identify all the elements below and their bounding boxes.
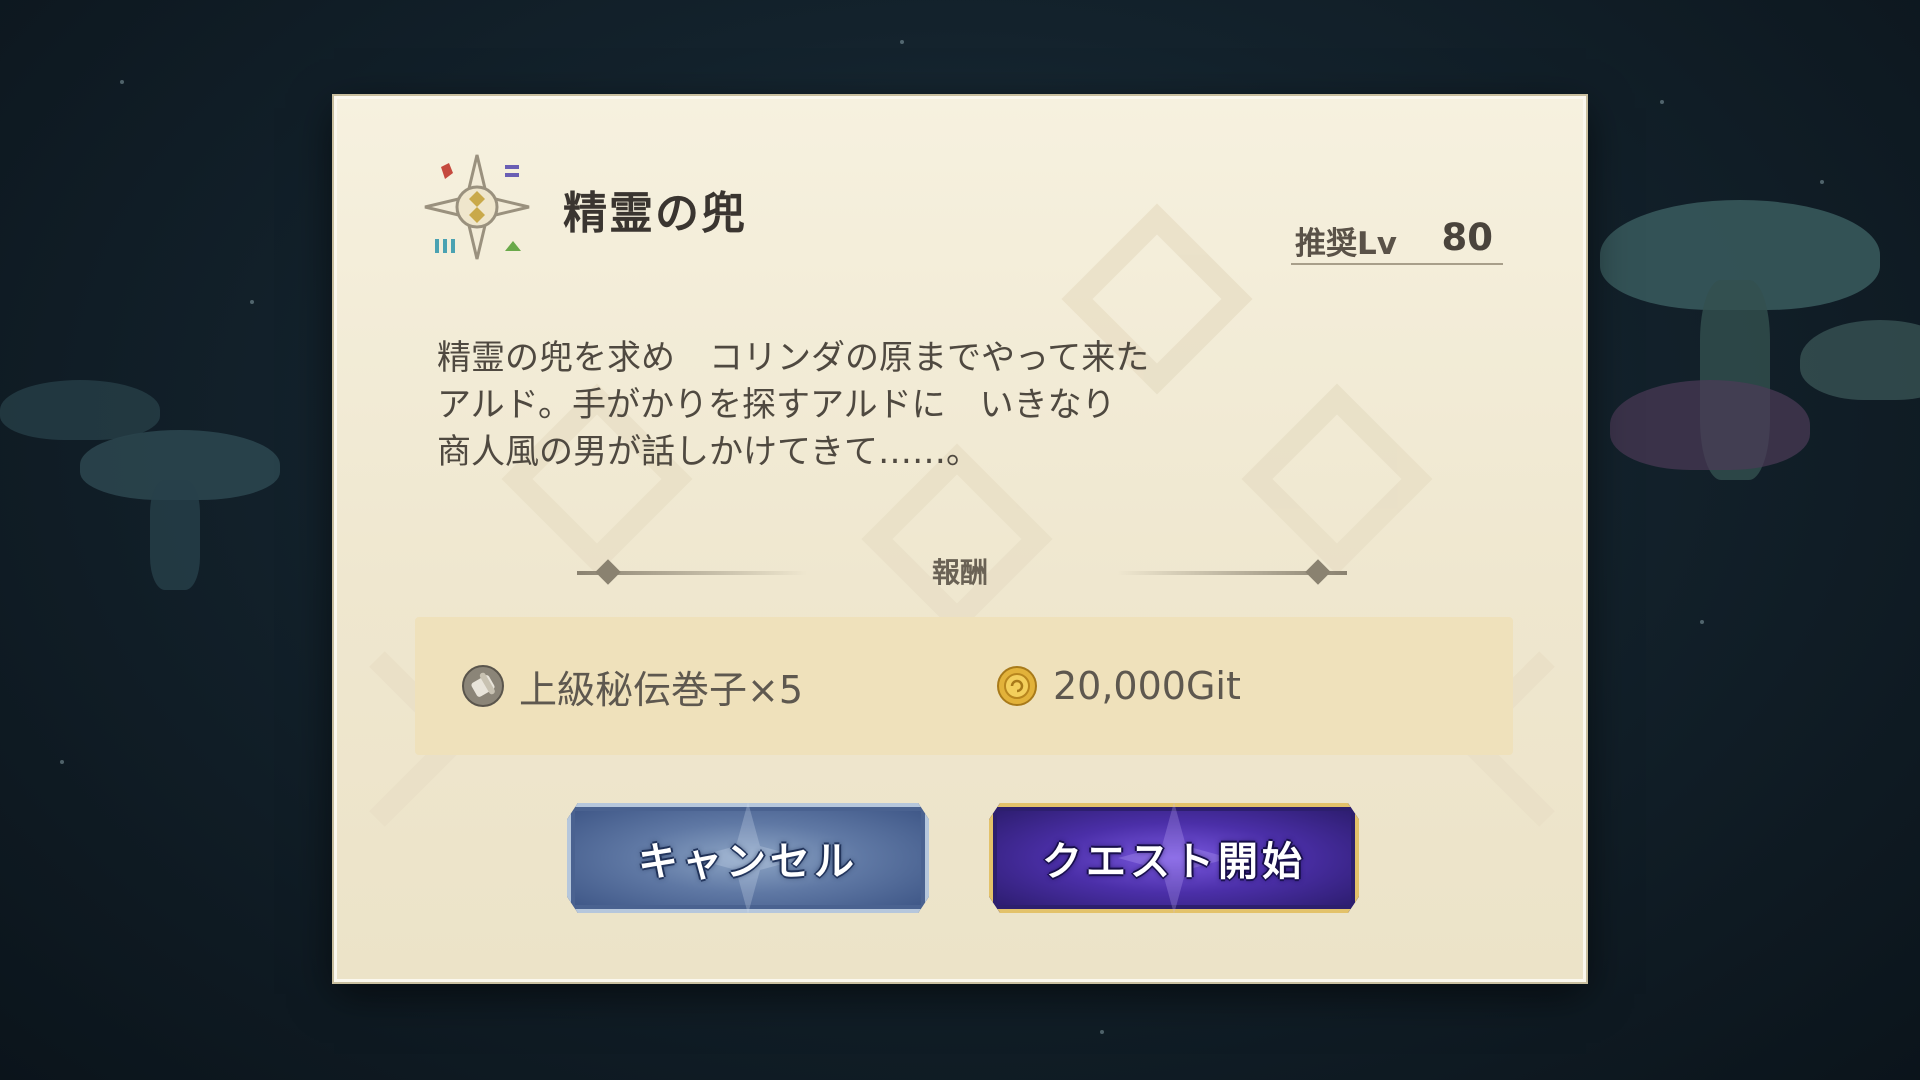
recommended-level-value: 80 (1441, 216, 1494, 259)
reward-item-label: 上級秘伝巻子×5 (519, 667, 804, 712)
sparkle (120, 80, 124, 84)
reward-item-label: 20,000Git (1053, 664, 1241, 708)
cancel-button[interactable]: キャンセル (567, 803, 929, 913)
reward-header-label: 報酬 (931, 556, 988, 589)
mushroom-decoration (1800, 320, 1920, 400)
reward-item: 20,000Git (995, 661, 1241, 711)
cancel-button-label: キャンセル (638, 838, 858, 885)
sparkle (1700, 620, 1704, 624)
gold-coin-icon (997, 666, 1037, 706)
scroll-icon (462, 665, 504, 707)
reward-panel: 上級秘伝巻子×5 20,000Git (415, 617, 1513, 755)
sparkle (900, 40, 904, 44)
description-line: 精霊の兜を求め コリンダの原までやって来た (437, 338, 1150, 378)
sparkle (1660, 100, 1664, 104)
sparkle (60, 760, 64, 764)
recommended-level-label: 推奨Lv (1295, 226, 1397, 262)
recommended-level: 推奨Lv 80 (1291, 216, 1503, 265)
quest-dialog: 精霊の兜 推奨Lv 80 精霊の兜を求め コリンダの原までやって来た アルド。手… (334, 96, 1586, 982)
mushroom-decoration (1610, 380, 1810, 470)
mushroom-decoration (0, 380, 160, 440)
sparkle (1820, 180, 1824, 184)
quest-title: 精霊の兜 (563, 188, 747, 239)
description-line: 商人風の男が話しかけてきて……。 (437, 432, 980, 472)
mushroom-decoration (150, 480, 200, 590)
sparkle (250, 300, 254, 304)
sparkle (1100, 1030, 1104, 1034)
start-quest-button-label: クエスト開始 (1042, 838, 1306, 885)
description-line: アルド。手がかりを探すアルドに いきなり (437, 385, 1116, 425)
start-quest-button[interactable]: クエスト開始 (989, 803, 1359, 913)
reward-header: 報酬 (337, 545, 1583, 597)
quest-description: 精霊の兜を求め コリンダの原までやって来た アルド。手がかりを探すアルドに いき… (437, 335, 1337, 476)
reward-item: 上級秘伝巻子×5 (461, 661, 804, 712)
element-crest-icon (424, 154, 530, 260)
